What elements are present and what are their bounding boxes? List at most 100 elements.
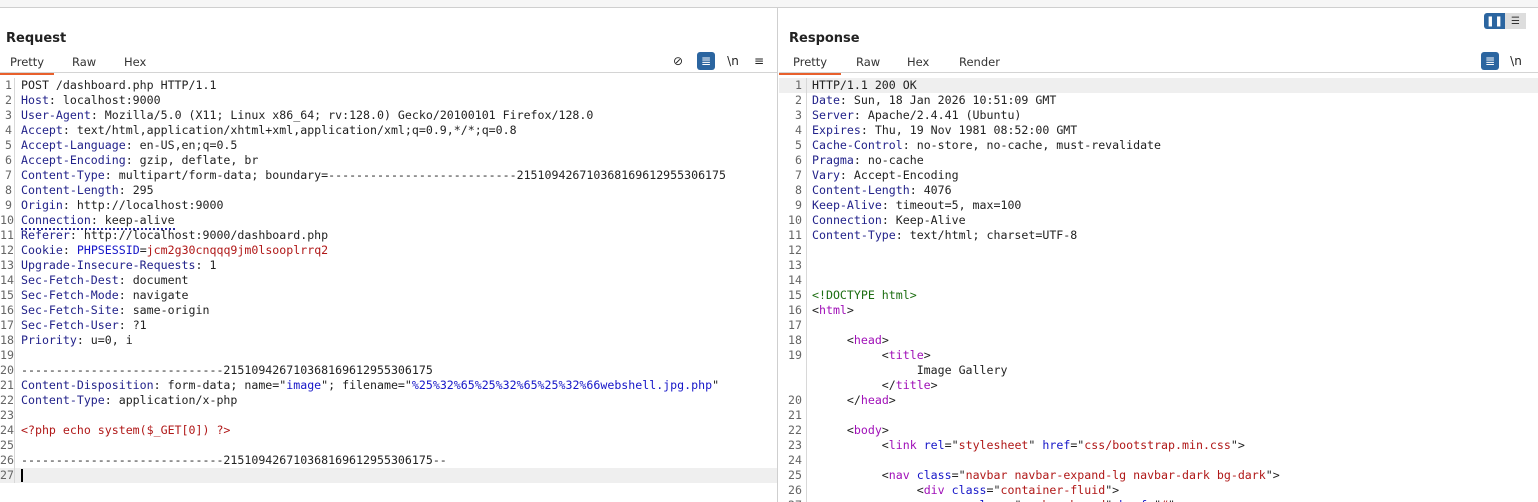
code-line: 27 <box>0 468 777 483</box>
code-line: 20 -----------------------------215109426… <box>0 363 777 378</box>
token: : no-store, no-cache, must-revalidate <box>902 138 1162 152</box>
response-editor[interactable]: 1 HTTP/1.1 200 OK 2 Date: Sun, 18 Jan 2026 … <box>779 78 1538 502</box>
token: </ <box>812 378 896 392</box>
tab-render[interactable]: Render <box>959 55 1000 69</box>
line-number: 10 <box>779 213 807 228</box>
line-text: Cache-Control: no-store, no-cache, must-… <box>812 138 1161 153</box>
newline-toggle[interactable]: \n <box>724 52 742 70</box>
code-line: 12 Cookie: PHPSESSID=jcm2g30cnqqq9jm0lsoo… <box>0 243 777 258</box>
code-line: 13 Upgrade-Insecure-Requests: 1 <box>0 258 777 273</box>
token: HTTP/1.1 200 OK <box>812 78 917 92</box>
token: Vary <box>812 168 840 182</box>
token: stylesheet <box>958 438 1029 452</box>
token: Keep-Alive <box>812 198 882 212</box>
request-editor[interactable]: 1 POST /dashboard.php HTTP/1.1 2 Host: loca… <box>0 78 777 502</box>
token: "> <box>1168 498 1182 502</box>
token: =" <box>1007 498 1021 502</box>
text-caret <box>21 469 23 482</box>
top-strip <box>0 0 1538 8</box>
code-line: 8 Content-Length: 295 <box>0 183 777 198</box>
line-text: Accept: text/html,application/xhtml+xml,… <box>21 123 517 138</box>
word-wrap-icon[interactable]: ≣ <box>697 52 715 70</box>
line-text: Content-Type: text/html; charset=UTF-8 <box>812 228 1077 243</box>
line-text: Image Gallery <box>812 363 1008 378</box>
token: Date <box>812 93 840 107</box>
line-number: 19 <box>0 348 15 363</box>
token: Server <box>812 108 854 122</box>
line-number: 5 <box>0 138 15 153</box>
code-line: 1 HTTP/1.1 200 OK <box>779 78 1538 93</box>
code-line: 9 Origin: http://localhost:9000 <box>0 198 777 213</box>
token: < <box>812 468 889 482</box>
token: Content-Type <box>812 228 896 242</box>
response-panel: Response Pretty Raw Hex Render ≣ \n 1 HTT… <box>779 8 1538 502</box>
tab-raw[interactable]: Raw <box>856 55 880 69</box>
line-text: <!DOCTYPE html> <box>812 288 917 303</box>
line-number: 10 <box>0 213 15 228</box>
line-text: </title> <box>812 378 938 393</box>
line-number: 12 <box>779 243 807 258</box>
token: > <box>930 378 938 392</box>
token: nav <box>888 468 910 482</box>
line-number: 4 <box>779 123 807 138</box>
word-wrap-icon[interactable]: ≣ <box>1481 52 1499 70</box>
code-line: </title> <box>779 378 1538 393</box>
hamburger-menu-icon[interactable]: ≡ <box>750 52 768 70</box>
tab-pretty[interactable]: Pretty <box>779 55 842 75</box>
line-number: 14 <box>0 273 15 288</box>
token: Sec-Fetch-User <box>21 318 119 332</box>
code-line: 13 <box>779 258 1538 273</box>
line-number: 8 <box>0 183 15 198</box>
code-line: 17 <box>779 318 1538 333</box>
line-number: 13 <box>779 258 807 273</box>
line-number: 17 <box>779 318 807 333</box>
token: > <box>881 333 889 347</box>
line-number: 21 <box>0 378 15 393</box>
token: < <box>812 438 889 452</box>
line-number: 20 <box>779 393 807 408</box>
newline-toggle[interactable]: \n <box>1507 52 1525 70</box>
token: : <box>62 243 77 257</box>
tab-raw[interactable]: Raw <box>72 55 96 69</box>
line-text: Connection: Keep-Alive <box>812 213 966 228</box>
token: Origin <box>21 198 63 212</box>
line-text: Priority: u=0, i <box>21 333 133 348</box>
code-line: 24 <box>779 453 1538 468</box>
line-number: 26 <box>779 483 807 498</box>
code-line: 27 <a class="navbar-brand" href="#"> <box>779 498 1538 502</box>
line-number: 6 <box>0 153 15 168</box>
token: : gzip, deflate, br <box>125 153 259 167</box>
line-number: 1 <box>0 78 15 93</box>
line-text: Content-Length: 4076 <box>812 183 952 198</box>
token: Host <box>21 93 49 107</box>
code-line: 6 Accept-Encoding: gzip, deflate, br <box>0 153 777 168</box>
line-number: 25 <box>779 468 807 483</box>
line-text: </head> <box>812 393 896 408</box>
token: title <box>888 348 924 362</box>
token: " <box>1028 438 1043 452</box>
token: : same-origin <box>118 303 210 317</box>
token: Connection <box>21 213 91 227</box>
line-number: 22 <box>0 393 15 408</box>
line-number: 12 <box>0 243 15 258</box>
line-text: <nav class="navbar navbar-expand-lg navb… <box>812 468 1280 483</box>
line-number: 21 <box>779 408 807 423</box>
token: = <box>139 243 147 257</box>
code-line: 20 </head> <box>779 393 1538 408</box>
token: > <box>881 423 889 437</box>
token: PHPSESSID <box>76 243 140 257</box>
tab-hex[interactable]: Hex <box>124 55 146 69</box>
token: Priority <box>21 333 77 347</box>
token: : Apache/2.4.41 (Ubuntu) <box>853 108 1022 122</box>
tab-hex[interactable]: Hex <box>907 55 929 69</box>
code-line: 26 <div class="container-fluid"> <box>779 483 1538 498</box>
token: User-Agent <box>21 108 91 122</box>
eye-slash-icon[interactable]: ⊘ <box>669 52 687 70</box>
token: container-fluid <box>1000 483 1106 497</box>
token: : Thu, 19 Nov 1981 08:52:00 GMT <box>860 123 1078 137</box>
tab-pretty[interactable]: Pretty <box>0 55 55 75</box>
code-line: 21 Content-Disposition: form-data; name="… <box>0 378 777 393</box>
line-number <box>779 378 807 393</box>
code-line: 23 <link rel="stylesheet" href="css/boot… <box>779 438 1538 453</box>
